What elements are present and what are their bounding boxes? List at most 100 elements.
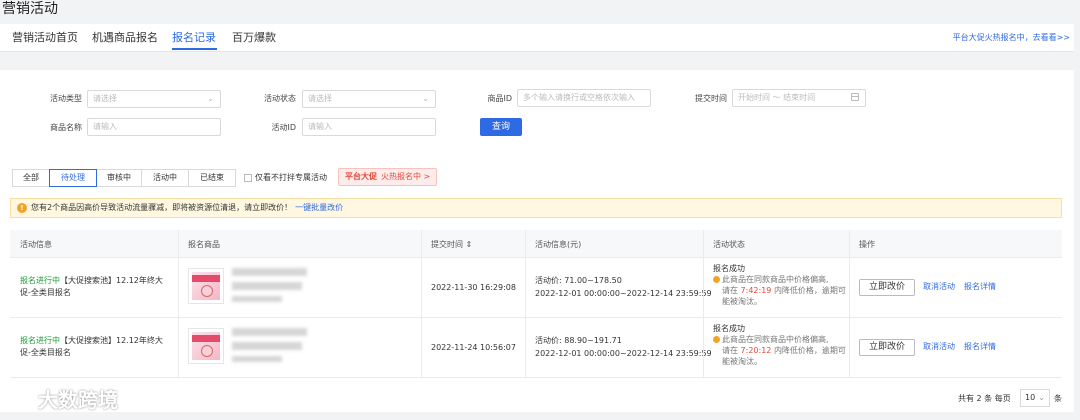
alert-text: 您有2个商品因高价导致活动流量骤减，即将被资源位清退，请立即改价！	[31, 203, 293, 212]
status-tab-ended[interactable]: 已结束	[188, 169, 236, 187]
status-label: 报名进行中	[20, 276, 60, 285]
table-row: 报名进行中【大促搜索池】12.12年终大促-全类目报名 2022-11-24 1…	[10, 318, 1062, 378]
hot-signup-badge[interactable]: 平台大促 火热报名中 >	[338, 168, 438, 186]
redacted-product-title	[232, 342, 302, 350]
chevron-down-icon: ⌄	[207, 94, 214, 103]
page-size-value: 10	[1025, 393, 1036, 402]
activity-type-label: 活动类型	[50, 94, 82, 103]
exclusive-filter-label[interactable]: 仅看不打拌专属活动	[255, 172, 327, 184]
status-cell: 报名成功 此商品在同款商品中价格偏高, 请在 7:42:19 内降低价格，逾期可…	[713, 263, 853, 307]
tab-marketing-home[interactable]: 营销活动首页	[12, 30, 78, 46]
activity-price: 活动价: 88.90~191.71	[535, 336, 622, 345]
status-tab-active[interactable]: 活动中	[141, 169, 189, 187]
redacted-product-title	[232, 282, 302, 290]
redacted-product-id	[232, 296, 282, 302]
submit-time: 2022-11-24 10:56:07	[431, 343, 516, 352]
activity-price: 活动价: 71.00~178.50	[535, 276, 622, 285]
cancel-activity-link[interactable]: 取消活动	[923, 341, 955, 353]
price-alert-banner: ! 您有2个商品因高价导致活动流量骤减，即将被资源位清退，请立即改价！ 一键批量改…	[10, 198, 1062, 218]
status-label: 报名进行中	[20, 336, 60, 345]
activity-status-label: 活动状态	[264, 94, 296, 103]
chevron-down-icon: ⌄	[422, 94, 429, 103]
redacted-product-id	[232, 356, 282, 362]
product-id-label: 商品ID	[487, 94, 512, 103]
activity-period: 2022-12-01 00:00:00~2022-12-14 23:59:59	[535, 349, 712, 358]
col-actions: 操作	[859, 240, 875, 249]
thumbnail-figure	[201, 285, 213, 297]
table-row: 报名进行中【大促搜索池】12.12年终大促-全类目报名 2022-11-30 1…	[10, 258, 1062, 318]
hot-badge-strong: 平台大促	[345, 172, 377, 181]
range-separator: ～	[772, 93, 781, 102]
tab-million-hits[interactable]: 百万爆款	[232, 30, 276, 46]
page-size-select[interactable]: 10 ⌄	[1020, 389, 1050, 407]
price-warning-line: 此商品在同款商品中价格偏高,	[713, 334, 853, 345]
activity-type-placeholder: 请选择	[93, 94, 117, 103]
status-cell: 报名成功 此商品在同款商品中价格偏高, 请在 7:20:12 内降低价格，逾期可…	[713, 323, 853, 367]
status-tab-reviewing[interactable]: 审核中	[96, 169, 142, 187]
thumbnail-banner	[192, 335, 220, 342]
promo-link[interactable]: 平台大促火热报名中，去看看>>	[953, 32, 1070, 44]
activity-info-cell: 报名进行中【大促搜索池】12.12年终大促-全类目报名	[20, 275, 170, 299]
column-divider	[849, 230, 850, 378]
redacted-product-title	[232, 268, 307, 276]
warning-tail: 能被淘汰。	[722, 297, 762, 306]
thumbnail-figure	[201, 345, 213, 357]
product-id-input[interactable]: 多个输入请换行或空格依次输入	[517, 89, 651, 107]
batch-reprice-link[interactable]: 一键批量改价	[295, 203, 343, 212]
column-divider	[703, 230, 704, 378]
status-tab-all[interactable]: 全部	[12, 169, 50, 187]
status-tab-pending[interactable]: 待处理	[49, 169, 97, 187]
pager-total: 共有 2 条 每页	[958, 393, 1011, 405]
countdown-timer: 7:42:19	[740, 286, 772, 295]
page-title: 营销活动	[2, 1, 58, 17]
activity-status-select[interactable]: 请选择 ⌄	[302, 90, 436, 108]
col-products: 报名商品	[188, 240, 220, 249]
logo-mark-icon	[8, 388, 32, 412]
column-divider	[178, 230, 179, 378]
warning-text: 此商品在同款商品中价格偏高,	[722, 275, 829, 284]
reprice-button[interactable]: 立即改价	[859, 279, 915, 296]
signup-result: 报名成功	[713, 324, 745, 333]
exclusive-filter-checkbox[interactable]	[244, 174, 252, 182]
query-button[interactable]: 查询	[480, 118, 522, 136]
countdown-timer: 7:20:12	[740, 346, 772, 355]
activity-id-input[interactable]: 请输入	[302, 118, 436, 136]
submit-time-label: 提交时间	[695, 94, 727, 103]
thumbnail-banner	[192, 275, 220, 282]
submit-time: 2022-11-30 16:29:08	[431, 283, 516, 292]
signup-detail-link[interactable]: 报名详情	[964, 341, 996, 353]
hot-badge-text: 火热报名中 >	[381, 172, 431, 181]
price-warning-line: 此商品在同款商品中价格偏高,	[713, 274, 853, 285]
col-status: 活动状态	[713, 240, 745, 249]
tab-opportunity-signup[interactable]: 机遇商品报名	[92, 30, 158, 46]
activity-type-select[interactable]: 请选择 ⌄	[87, 90, 221, 108]
product-thumbnail[interactable]	[188, 268, 224, 304]
activity-status-placeholder: 请选择	[308, 94, 332, 103]
redacted-product-title	[232, 328, 307, 336]
logo-text: 大数跨境	[38, 388, 118, 412]
countdown-suffix: 内降低价格，逾期可	[773, 346, 846, 355]
signup-result: 报名成功	[713, 264, 745, 273]
product-name-input[interactable]: 请输入	[87, 118, 221, 136]
countdown-suffix: 内降低价格，逾期可	[773, 286, 846, 295]
product-thumbnail[interactable]	[188, 328, 224, 364]
column-divider	[421, 230, 422, 378]
countdown-prefix: 请在	[722, 286, 738, 295]
tab-signup-records[interactable]: 报名记录	[172, 30, 216, 46]
main-card: 活动类型 请选择 ⌄ 活动状态 请选择 ⌄ 商品ID 多个输入请换行或空格依次输…	[0, 70, 1074, 412]
page-size-unit: 条	[1054, 394, 1062, 403]
countdown-line: 请在 7:42:19 内降低价格，逾期可	[713, 285, 853, 296]
submit-time-range[interactable]: 开始时间 ～ 结束时间	[732, 89, 866, 107]
countdown-line: 请在 7:20:12 内降低价格，逾期可	[713, 345, 853, 356]
tab-bar: 营销活动首页 机遇商品报名 报名记录 百万爆款 平台大促火热报名中，去看看>>	[0, 24, 1074, 52]
signup-detail-link[interactable]: 报名详情	[964, 281, 996, 293]
countdown-prefix: 请在	[722, 346, 738, 355]
col-submit-time[interactable]: 提交时间 ⇕	[431, 239, 472, 251]
warning-text: 此商品在同款商品中价格偏高,	[722, 335, 829, 344]
warning-icon: !	[17, 203, 27, 213]
start-time-placeholder: 开始时间	[738, 93, 770, 102]
cancel-activity-link[interactable]: 取消活动	[923, 281, 955, 293]
column-divider	[525, 230, 526, 378]
total-count: 共有 2 条	[958, 394, 993, 403]
reprice-button[interactable]: 立即改价	[859, 339, 915, 356]
